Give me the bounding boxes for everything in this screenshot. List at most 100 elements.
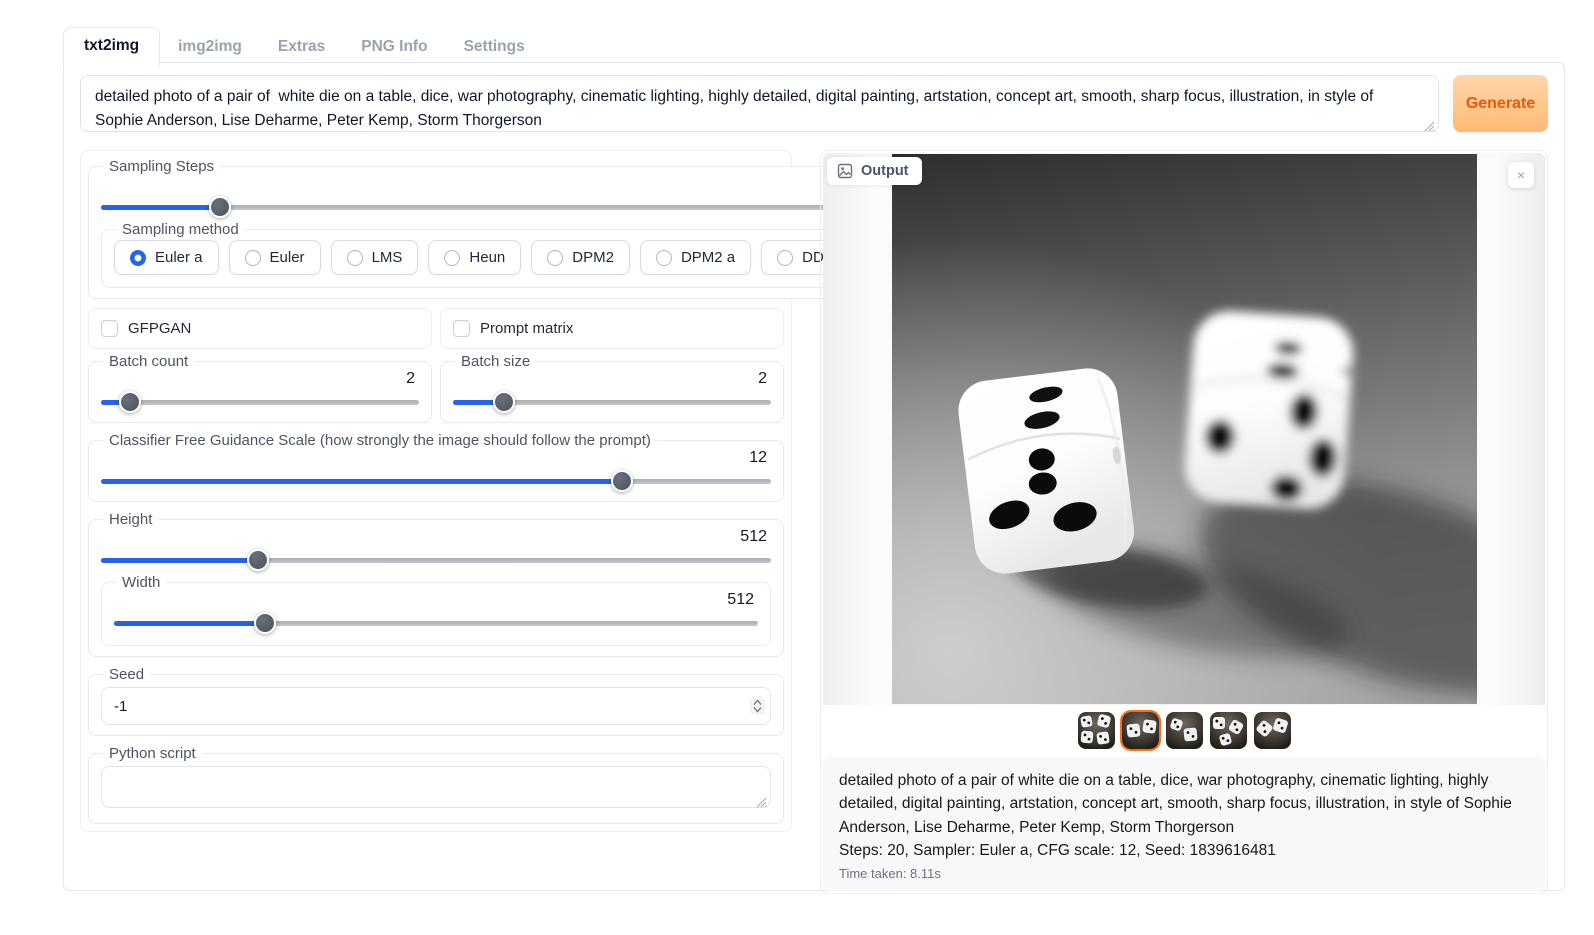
tab-txt2img[interactable]: txt2img: [63, 27, 160, 67]
radio-icon: [547, 250, 563, 266]
output-label-tag: Output: [827, 157, 922, 185]
gallery-thumbnail-4[interactable]: [1210, 712, 1247, 749]
height-group: Height 512 Width 512: [88, 511, 784, 657]
sampler-option-label: Euler a: [155, 249, 203, 266]
height-value: 512: [101, 528, 767, 546]
python-script-wrap: [101, 766, 771, 813]
gfpgan-label: GFPGAN: [128, 320, 191, 337]
height-slider[interactable]: [101, 550, 771, 570]
slider-thumb[interactable]: [119, 391, 141, 413]
gfpgan-checkbox[interactable]: [101, 320, 118, 337]
batch-size-group: Batch size 2: [440, 353, 784, 423]
output-label: Output: [861, 163, 909, 179]
radio-icon: [656, 250, 672, 266]
radio-icon: [347, 250, 363, 266]
cfg-group: Classifier Free Guidance Scale (how stro…: [88, 432, 784, 502]
resize-handle-icon[interactable]: [1423, 120, 1435, 132]
slider-thumb[interactable]: [611, 470, 633, 492]
gallery-thumbnail-3[interactable]: [1166, 712, 1203, 749]
caption-params-text: Steps: 20, Sampler: Euler a, CFG scale: …: [839, 839, 1529, 862]
slider-fill: [101, 558, 258, 563]
python-script-label: Python script: [103, 745, 202, 762]
batch-grid: GFPGAN Prompt matrix Batch count 2: [88, 308, 784, 423]
batch-count-value: 2: [101, 370, 415, 388]
seed-input-wrap: [101, 687, 771, 725]
tab-bar: txt2imgimg2imgExtrasPNG InfoSettings: [63, 27, 543, 66]
output-gallery[interactable]: Output ×: [823, 153, 1545, 705]
thumbnail-strip: [823, 705, 1545, 755]
settings-column: Sampling Steps 20 Sampling method Euler …: [80, 150, 792, 832]
width-group: Width 512: [101, 574, 771, 646]
height-label: Height: [103, 511, 158, 528]
sampler-option-heun[interactable]: Heun: [428, 240, 521, 275]
python-script-input[interactable]: [101, 766, 771, 808]
sampler-option-dpm2[interactable]: DPM2: [531, 240, 630, 275]
gfpgan-checkbox-row[interactable]: GFPGAN: [88, 308, 432, 349]
slider-thumb[interactable]: [209, 196, 231, 218]
slider-thumb[interactable]: [247, 549, 269, 571]
slider-fill: [101, 479, 622, 484]
radio-icon: [245, 250, 261, 266]
cfg-slider[interactable]: [101, 471, 771, 491]
batch-size-value: 2: [453, 370, 767, 388]
output-panel: Output × detailed photo of a pair of whi…: [820, 150, 1548, 894]
width-value: 512: [114, 591, 754, 609]
width-slider[interactable]: [114, 613, 758, 633]
radio-icon: [444, 250, 460, 266]
batch-count-group: Batch count 2: [88, 353, 432, 423]
slider-thumb[interactable]: [493, 391, 515, 413]
seed-spinner[interactable]: [750, 698, 765, 715]
tab-extras[interactable]: Extras: [260, 29, 343, 66]
python-script-group: Python script: [88, 745, 784, 824]
cfg-value: 12: [101, 449, 767, 467]
prompt-matrix-checkbox-row[interactable]: Prompt matrix: [440, 308, 784, 349]
image-icon: [837, 163, 853, 179]
output-caption-panel: detailed photo of a pair of white die on…: [823, 757, 1545, 891]
slider-track: [101, 400, 419, 405]
spinner-down-icon[interactable]: [753, 707, 762, 713]
slider-fill: [101, 205, 220, 210]
app-root: txt2imgimg2imgExtrasPNG InfoSettings det…: [0, 0, 1594, 935]
sampling-steps-label: Sampling Steps: [103, 158, 220, 175]
cfg-label: Classifier Free Guidance Scale (how stro…: [103, 432, 657, 449]
close-icon[interactable]: ×: [1508, 162, 1534, 188]
tab-png-info[interactable]: PNG Info: [343, 29, 445, 66]
radio-icon: [130, 250, 146, 266]
batch-count-slider[interactable]: [101, 392, 419, 412]
sampler-option-label: LMS: [372, 249, 403, 266]
seed-group: Seed: [88, 666, 784, 736]
gallery-thumbnail-1[interactable]: [1078, 712, 1115, 749]
sampler-option-dpm2-a[interactable]: DPM2 a: [640, 240, 751, 275]
batch-size-label: Batch size: [455, 353, 536, 370]
gallery-thumbnail-2[interactable]: [1122, 712, 1159, 749]
sampler-option-label: DPM2: [572, 249, 614, 266]
sampler-option-label: DPM2 a: [681, 249, 735, 266]
sampling-method-label: Sampling method: [116, 221, 245, 238]
seed-input[interactable]: [101, 687, 771, 725]
spinner-up-icon[interactable]: [753, 700, 762, 706]
caption-time-taken: Time taken: 8.11s: [839, 866, 1529, 881]
sampler-option-lms[interactable]: LMS: [331, 240, 419, 275]
caption-prompt-text: detailed photo of a pair of white die on…: [839, 769, 1529, 839]
generated-image[interactable]: [892, 154, 1477, 704]
sampler-option-label: Heun: [469, 249, 505, 266]
prompt-wrap: detailed photo of a pair of white die on…: [80, 75, 1439, 137]
tab-img2img[interactable]: img2img: [160, 29, 260, 66]
resize-handle-icon[interactable]: [755, 796, 767, 808]
batch-size-slider[interactable]: [453, 392, 771, 412]
sampler-option-euler[interactable]: Euler: [229, 240, 321, 275]
prompt-matrix-label: Prompt matrix: [480, 320, 573, 337]
slider-thumb[interactable]: [254, 612, 276, 634]
main-container: detailed photo of a pair of white die on…: [63, 62, 1565, 891]
prompt-input[interactable]: detailed photo of a pair of white die on…: [80, 75, 1439, 132]
width-label: Width: [116, 574, 166, 591]
gallery-thumbnail-5[interactable]: [1254, 712, 1291, 749]
prompt-row: detailed photo of a pair of white die on…: [80, 75, 1548, 137]
seed-label: Seed: [103, 666, 150, 683]
generate-button[interactable]: Generate: [1453, 75, 1548, 132]
tab-settings[interactable]: Settings: [446, 29, 543, 66]
sampler-option-label: Euler: [270, 249, 305, 266]
sampler-option-euler-a[interactable]: Euler a: [114, 240, 219, 275]
radio-icon: [777, 250, 793, 266]
prompt-matrix-checkbox[interactable]: [453, 320, 470, 337]
